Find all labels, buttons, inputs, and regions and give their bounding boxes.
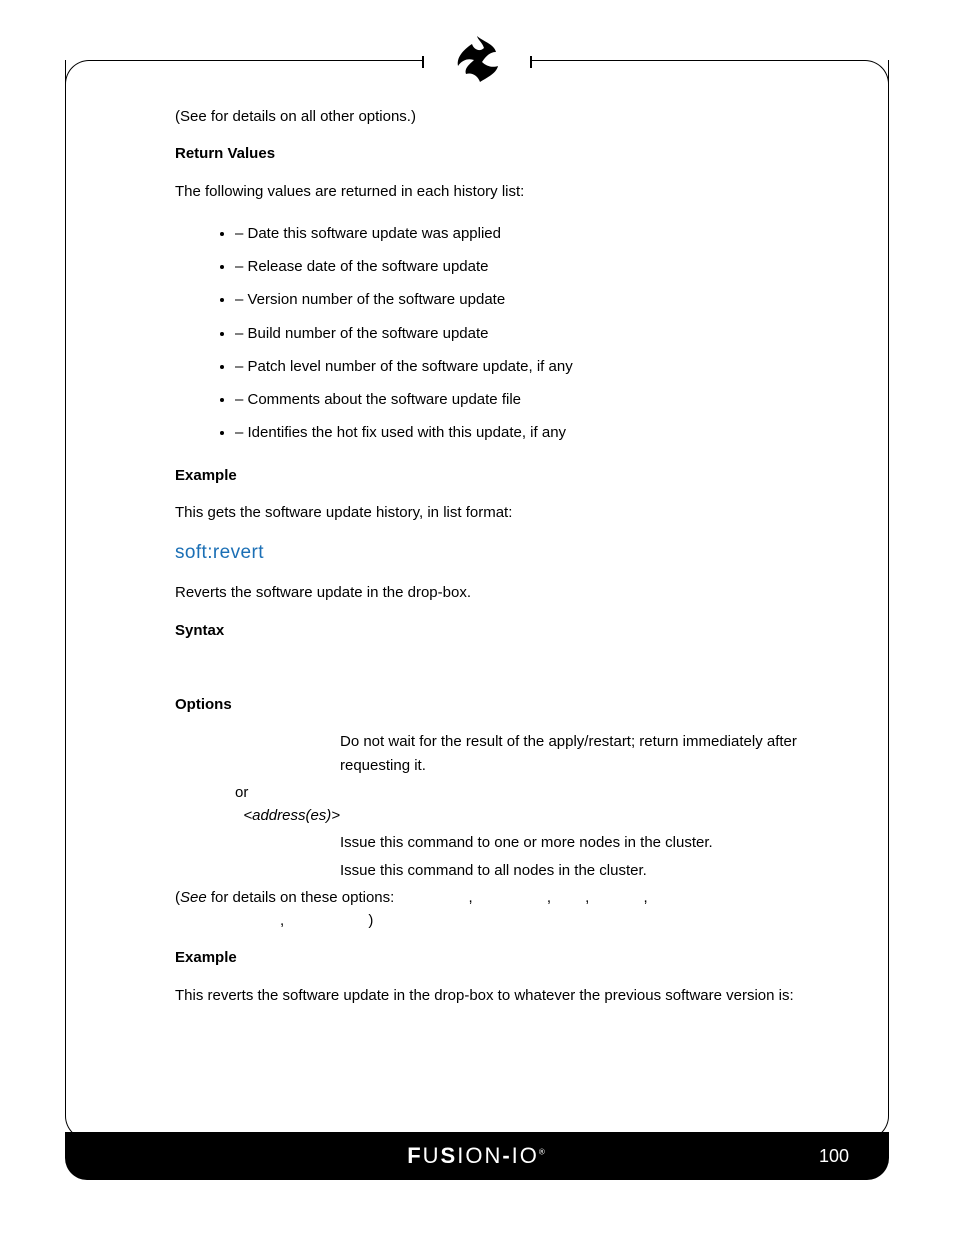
option-key: or <address(es)>	[175, 781, 340, 828]
option-desc: Issue this command to one or more nodes …	[340, 831, 829, 854]
option-row: Do not wait for the result of the apply/…	[175, 730, 829, 777]
return-list: – Date this software update was applied …	[235, 217, 829, 450]
heading-options: Options	[175, 693, 829, 716]
option-desc: Issue this command to all nodes in the c…	[340, 859, 829, 882]
example-desc: This gets the software update history, i…	[175, 501, 829, 524]
page-footer: FUSiON-iO® 100	[65, 1132, 889, 1180]
list-item: – Date this software update was applied	[235, 217, 829, 250]
command-desc: Reverts the software update in the drop-…	[175, 581, 829, 604]
list-item: – Comments about the software update fil…	[235, 383, 829, 416]
heading-example: Example	[175, 464, 829, 487]
heading-syntax: Syntax	[175, 619, 829, 642]
list-item: – Patch level number of the software upd…	[235, 350, 829, 383]
option-row: Issue this command to all nodes in the c…	[175, 859, 829, 882]
heading-example: Example	[175, 946, 829, 969]
option-desc: Do not wait for the result of the apply/…	[340, 730, 829, 777]
document-body: (See for details on all other options.) …	[175, 105, 829, 1095]
see-options-note: (See for details on these options: , , ,…	[175, 886, 829, 933]
page-number: 100	[819, 1146, 849, 1167]
list-item: – Version number of the software update	[235, 283, 829, 316]
example-desc: This reverts the software update in the …	[175, 984, 829, 1007]
list-item: – Build number of the software update	[235, 317, 829, 350]
heading-return-values: Return Values	[175, 142, 829, 165]
list-item: – Release date of the software update	[235, 250, 829, 283]
command-title: soft:revert	[175, 538, 829, 567]
return-desc: The following values are returned in eac…	[175, 180, 829, 203]
option-row: Issue this command to one or more nodes …	[175, 831, 829, 854]
brand-logo: FUSiON-iO®	[407, 1143, 547, 1169]
list-item: – Identifies the hot fix used with this …	[235, 416, 829, 449]
see-note: (See for details on all other options.)	[175, 105, 829, 128]
option-row: or <address(es)>	[175, 781, 829, 828]
